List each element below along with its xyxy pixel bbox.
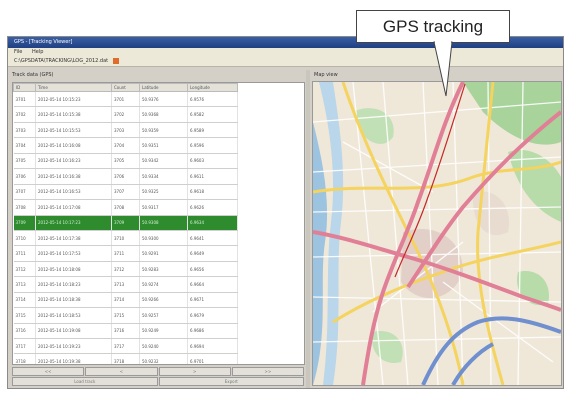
screenshot-stage: GPS - [Tracking Viewer] File Help C:\GPS…	[0, 0, 572, 393]
callout-pointer	[433, 40, 453, 97]
